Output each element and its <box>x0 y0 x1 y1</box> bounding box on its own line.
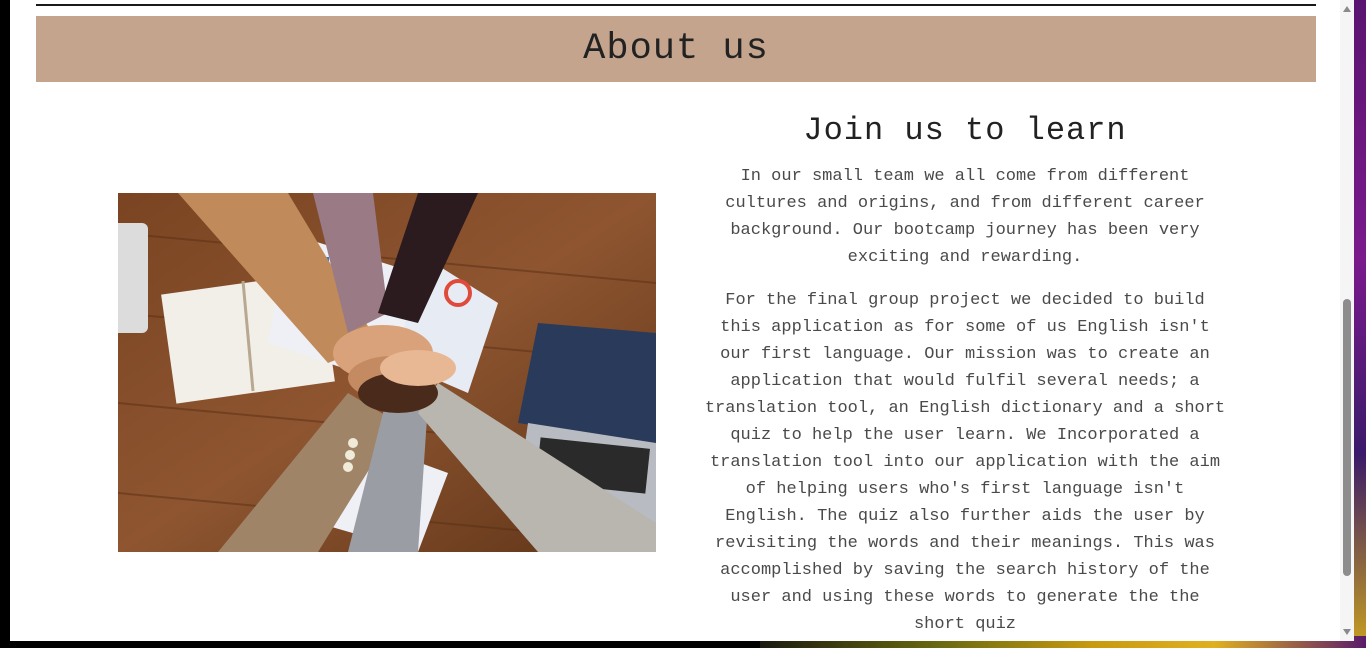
about-banner: About us <box>36 16 1316 82</box>
page-title: About us <box>583 28 769 70</box>
section-divider <box>36 4 1316 6</box>
browser-viewport: About us Join us to learn In our small t… <box>10 0 1354 641</box>
section-heading: Join us to learn <box>803 112 1127 149</box>
about-content: Join us to learn In our small team we al… <box>692 112 1238 641</box>
about-paragraph-1: In our small team we all come from diffe… <box>725 167 1205 267</box>
scroll-down-arrow-icon[interactable] <box>1343 629 1351 635</box>
vertical-scrollbar[interactable] <box>1340 0 1354 641</box>
scroll-up-arrow-icon[interactable] <box>1343 6 1351 12</box>
scrollbar-thumb[interactable] <box>1343 299 1351 576</box>
team-hands-image <box>118 193 656 552</box>
team-photo <box>118 193 656 552</box>
about-paragraph-2: For the final group project we decided t… <box>704 291 1226 634</box>
